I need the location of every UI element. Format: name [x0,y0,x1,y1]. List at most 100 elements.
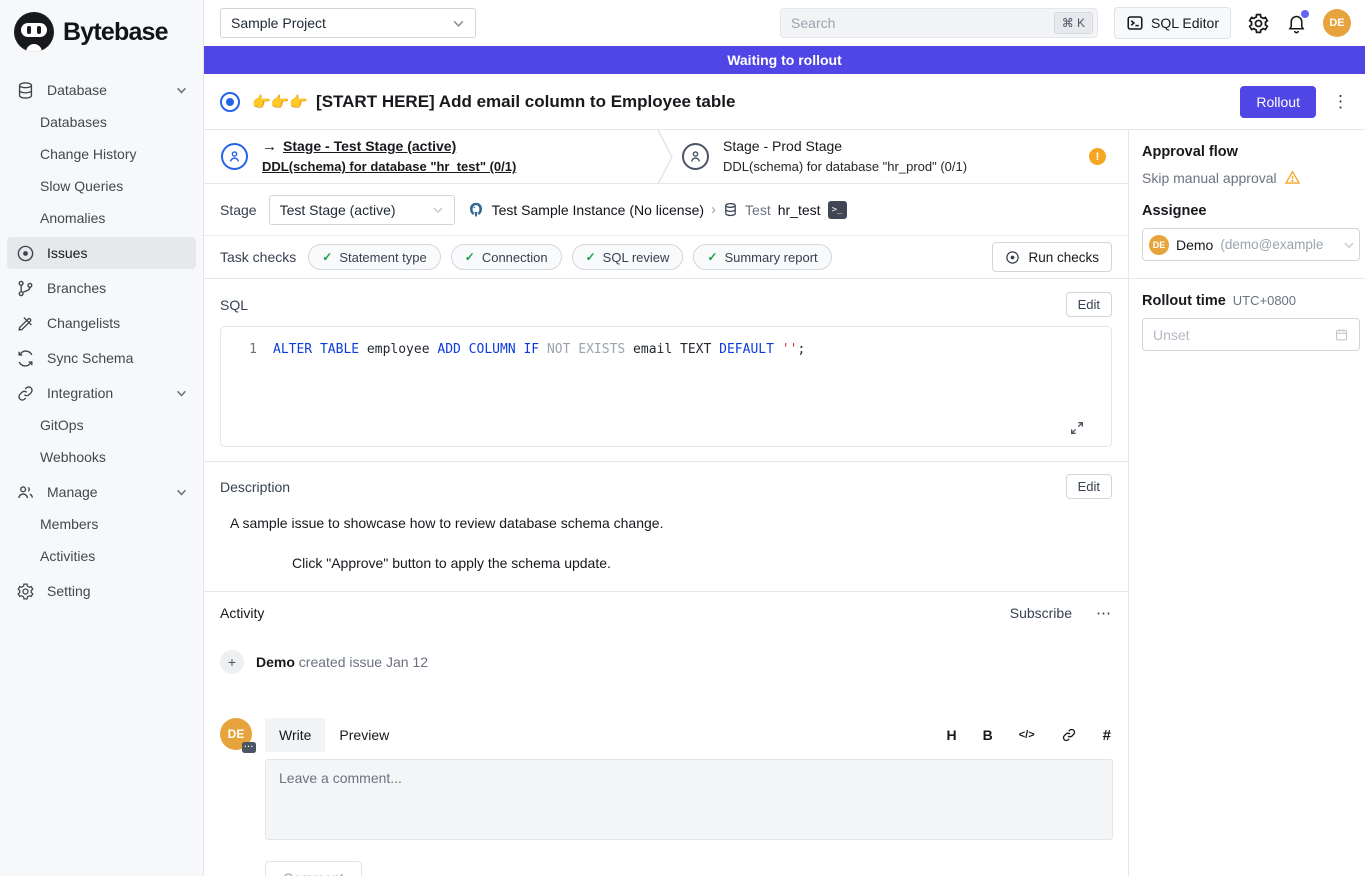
topbar-right: ⌘ K SQL Editor DE [780,7,1351,39]
instance-name[interactable]: Test Sample Instance (No license) [492,202,704,218]
sidebar-item-databases[interactable]: Databases [0,106,203,138]
settings-gear-icon[interactable] [1247,12,1270,35]
code-format-icon[interactable]: </> [1019,729,1035,741]
changelist-icon [16,314,35,333]
content-row: → Stage - Test Stage (active) DDL(schema… [204,130,1365,876]
divider [1129,278,1365,279]
sidebar-item-slow-queries[interactable]: Slow Queries [0,170,203,202]
comment-textarea[interactable] [265,759,1113,840]
sidebar-item-change-history[interactable]: Change History [0,138,203,170]
issue-title: [START HERE] Add email column to Employe… [316,92,735,112]
stage-subtitle: DDL(schema) for database "hr_test" (0/1) [262,159,516,174]
bytebase-logo[interactable]: Bytebase [0,0,203,66]
sidebar-item-database[interactable]: Database [0,74,203,106]
chevron-down-icon [452,17,465,30]
search-input[interactable] [780,8,1098,38]
sidebar-item-integration[interactable]: Integration [0,377,203,409]
assignee-select[interactable]: DE Demo (demo@example [1142,228,1360,261]
sidebar-item-members[interactable]: Members [0,508,203,540]
chevron-right-icon: › [711,201,716,218]
comment-button[interactable]: Comment [265,861,362,876]
stage-selector-row: Stage Test Stage (active) Test Sample In… [204,184,1128,235]
run-checks-icon [1005,250,1020,265]
sidebar-item-sync-schema[interactable]: Sync Schema [0,342,203,374]
run-checks-button[interactable]: Run checks [992,242,1112,272]
assignee-label: Assignee [1142,203,1360,219]
stage-person-icon [221,143,248,170]
issue-detail: → Stage - Test Stage (active) DDL(schema… [204,130,1128,876]
sql-edit-button[interactable]: Edit [1066,292,1112,317]
description-edit-button[interactable]: Edit [1066,474,1112,499]
sql-editor-label: SQL Editor [1151,15,1219,31]
bold-format-icon[interactable]: B [983,727,993,743]
tab-preview[interactable]: Preview [325,718,403,752]
rollout-timezone: UTC+0800 [1233,293,1296,308]
main-column: Sample Project ⌘ K SQL Editor [204,0,1365,876]
check-pill-connection[interactable]: ✓ Connection [451,244,562,270]
sidebar-item-webhooks[interactable]: Webhooks [0,441,203,473]
sidebar-item-changelists[interactable]: Changelists [0,307,203,339]
check-icon: ✓ [322,250,332,264]
sidebar-item-manage[interactable]: Manage [0,476,203,508]
sync-icon [16,349,35,368]
stage-select[interactable]: Test Stage (active) [269,195,455,225]
branch-icon [16,279,35,298]
notifications-bell-icon[interactable] [1286,13,1307,34]
assignee-email: (demo@example [1220,237,1323,252]
database-name[interactable]: hr_test [778,202,821,218]
sql-editor-button[interactable]: SQL Editor [1114,7,1231,39]
status-banner: Waiting to rollout [204,46,1365,74]
notification-dot [1301,10,1309,18]
sidebar-item-issues[interactable]: Issues [7,237,196,269]
stage-card-prod[interactable]: Stage - Prod Stage DDL(schema) for datab… [678,130,1128,183]
activity-section: Activity Subscribe ⋯ + Demo created issu… [204,591,1128,876]
check-pill-statement-type[interactable]: ✓ Statement type [308,244,441,270]
environment-name: Test [745,202,771,218]
project-select[interactable]: Sample Project [220,8,476,38]
rollout-button[interactable]: Rollout [1240,86,1316,118]
gear-icon [16,582,35,601]
stage-card-test[interactable]: → Stage - Test Stage (active) DDL(schema… [204,130,656,183]
description-text: Click "Approve" button to apply the sche… [292,555,1112,571]
sql-editor[interactable]: 1 ALTER TABLE employee ADD COLUMN IF NOT… [220,326,1112,447]
calendar-icon [1334,327,1349,342]
comment-editor: DE ··· Write Preview H B </> [220,718,1112,876]
sidebar-item-activities[interactable]: Activities [0,540,203,572]
rollout-time-label: Rollout time [1142,293,1226,309]
project-select-value: Sample Project [231,15,326,31]
sidebar-item-branches[interactable]: Branches [0,272,203,304]
check-pill-summary-report[interactable]: ✓ Summary report [693,244,831,270]
subscribe-link[interactable]: Subscribe [1010,605,1072,621]
sidebar-item-setting[interactable]: Setting [0,575,203,607]
description-label: Description [220,479,290,495]
heading-format-icon[interactable]: H [947,727,957,743]
check-icon: ✓ [465,250,475,264]
kebab-menu-icon[interactable]: ⋮ [1332,93,1349,110]
search-shortcut-kbd: ⌘ K [1054,12,1093,34]
check-icon: ✓ [707,250,717,264]
sidebar-nav: Database Databases Change History Slow Q… [0,66,203,607]
sql-section: SQL Edit 1 ALTER TABLE employee ADD COLU… [204,279,1128,461]
app-window: Bytebase Database Databases Change Histo… [0,0,1365,876]
user-avatar[interactable]: DE [1323,9,1351,37]
expand-icon[interactable] [1069,420,1085,436]
rollout-time-input[interactable] [1153,327,1334,343]
open-sql-editor-icon[interactable]: >_ [828,201,847,219]
sql-label: SQL [220,297,248,313]
users-icon [16,483,35,502]
rollout-time-picker[interactable] [1142,318,1360,351]
database-icon [16,81,35,100]
tab-write[interactable]: Write [265,718,325,752]
pointing-emoji: 👉👉👉 [252,93,308,111]
assignee-name: Demo [1176,237,1213,253]
hash-format-icon[interactable]: # [1103,727,1111,744]
issue-header: 👉👉👉 [START HERE] Add email column to Emp… [204,74,1365,130]
terminal-icon [1126,14,1144,32]
link-format-icon[interactable] [1061,727,1077,743]
activity-menu-icon[interactable]: ⋯ [1096,604,1112,622]
sidebar-item-gitops[interactable]: GitOps [0,409,203,441]
assignee-avatar: DE [1149,235,1169,255]
sidebar-item-anomalies[interactable]: Anomalies [0,202,203,234]
sql-code-line: 1 ALTER TABLE employee ADD COLUMN IF NOT… [221,342,1111,357]
check-pill-sql-review[interactable]: ✓ SQL review [572,244,684,270]
